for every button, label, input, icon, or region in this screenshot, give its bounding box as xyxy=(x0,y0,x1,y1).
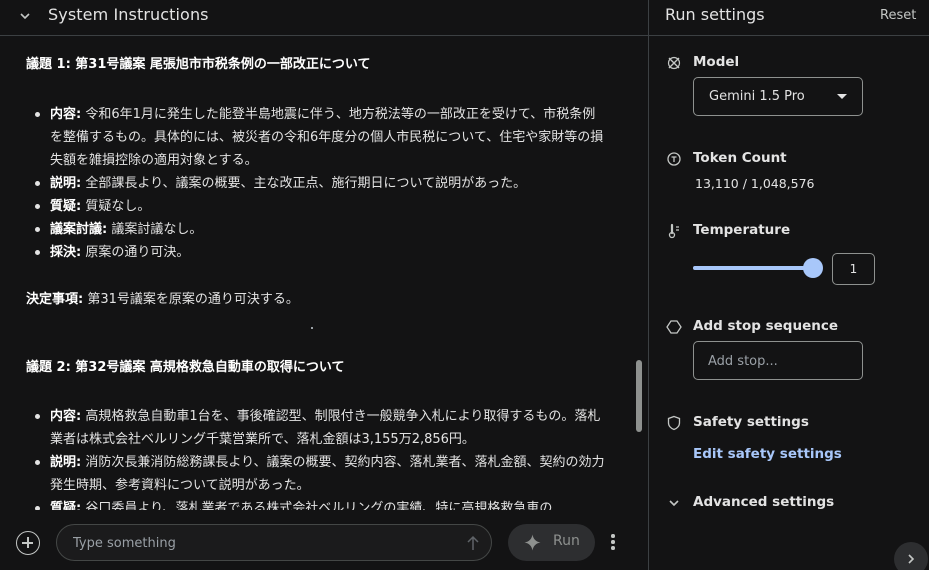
run-settings-title: Run settings xyxy=(665,5,765,24)
system-instructions-content[interactable]: 議題 1: 第31号議案 尾張旭市市税条例の一部改正について 内容: 令和6年1… xyxy=(0,37,632,510)
expand-panel-button[interactable] xyxy=(894,542,928,570)
temperature-input-container[interactable] xyxy=(832,253,875,285)
list-item: 採決: 原案の通り可決。 xyxy=(26,241,606,264)
hexagon-icon xyxy=(666,320,682,334)
agenda-1-heading: 議題 1: 第31号議案 尾張旭市市税条例の一部改正について xyxy=(26,57,371,72)
run-settings-panel: Run settings Reset Model Gemini 1.5 Pro … xyxy=(648,0,929,570)
list-item: 質疑: 谷口委員より、落札業者である株式会社ベルリングの実績、特に高規格救急車の xyxy=(26,497,606,510)
stop-sequence-label: Add stop sequence xyxy=(693,318,838,334)
decision-line: 決定事項: 第31号議案を原案の通り可決する。 xyxy=(26,292,299,307)
agenda-2-heading: 議題 2: 第32号議案 高規格救急自動車の取得について xyxy=(26,360,345,375)
temperature-slider-fill xyxy=(693,266,813,270)
sparkle-icon xyxy=(524,534,541,551)
model-icon xyxy=(667,56,681,70)
stop-sequence-container[interactable] xyxy=(693,341,863,380)
run-settings-header: Run settings Reset xyxy=(649,0,929,36)
list-item: 内容: 令和6年1月に発生した能登半島地震に伴う、地方税法等の一部改正を受けて、… xyxy=(26,103,606,172)
temperature-input[interactable] xyxy=(833,260,874,278)
text-cursor-mark xyxy=(311,327,313,329)
token-count-icon xyxy=(667,152,681,166)
model-label: Model xyxy=(693,54,740,70)
list-item: 議案討議: 議案討議なし。 xyxy=(26,218,606,241)
caret-down-icon xyxy=(837,94,847,99)
model-select[interactable]: Gemini 1.5 Pro xyxy=(693,77,863,116)
model-select-value: Gemini 1.5 Pro xyxy=(709,89,805,104)
list-item: 説明: 全部課長より、議案の概要、主な改正点、施行期日について説明があった。 xyxy=(26,172,606,195)
stop-sequence-input[interactable] xyxy=(708,352,848,370)
list-item: 説明: 消防次長兼消防総務課長より、議案の概要、契約内容、落札業者、落札金額、契… xyxy=(26,451,606,497)
temperature-slider-thumb[interactable] xyxy=(803,258,823,278)
system-instructions-header[interactable]: System Instructions xyxy=(0,0,648,36)
composer-bar: Run xyxy=(0,515,648,570)
chevron-down-icon[interactable] xyxy=(666,495,682,511)
chevron-right-icon xyxy=(908,554,915,564)
agenda-2-list: 内容: 高規格救急自動車1台を、事後確認型、制限付き一般競争入札により取得するも… xyxy=(26,405,606,510)
system-instructions-title: System Instructions xyxy=(48,5,209,24)
token-count-label: Token Count xyxy=(693,150,787,166)
add-media-button[interactable] xyxy=(16,531,40,555)
list-item: 内容: 高規格救急自動車1台を、事後確認型、制限付き一般競争入札により取得するも… xyxy=(26,405,606,451)
prompt-input[interactable] xyxy=(73,533,453,553)
agenda-1-list: 内容: 令和6年1月に発生した能登半島地震に伴う、地方税法等の一部改正を受けて、… xyxy=(26,103,606,264)
list-item: 質疑: 質疑なし。 xyxy=(26,195,606,218)
scrollbar-thumb[interactable] xyxy=(636,360,642,432)
edit-safety-settings-link[interactable]: Edit safety settings xyxy=(693,446,842,462)
reset-button[interactable]: Reset xyxy=(880,8,916,23)
arrow-up-icon[interactable] xyxy=(465,534,481,552)
token-count-value: 13,110 / 1,048,576 xyxy=(695,176,815,191)
advanced-settings-label[interactable]: Advanced settings xyxy=(693,494,834,510)
more-options-icon[interactable] xyxy=(608,532,618,552)
temperature-slider[interactable] xyxy=(693,266,813,270)
prompt-input-container[interactable] xyxy=(56,524,492,561)
temperature-label: Temperature xyxy=(693,222,791,238)
shield-icon xyxy=(667,415,681,431)
run-button[interactable]: Run xyxy=(508,524,595,561)
system-instructions-panel: System Instructions 議題 1: 第31号議案 尾張旭市市税条… xyxy=(0,0,648,570)
thermometer-icon xyxy=(668,223,679,239)
chevron-down-icon[interactable] xyxy=(17,8,33,24)
run-button-label: Run xyxy=(553,533,580,549)
safety-settings-label: Safety settings xyxy=(693,414,809,430)
